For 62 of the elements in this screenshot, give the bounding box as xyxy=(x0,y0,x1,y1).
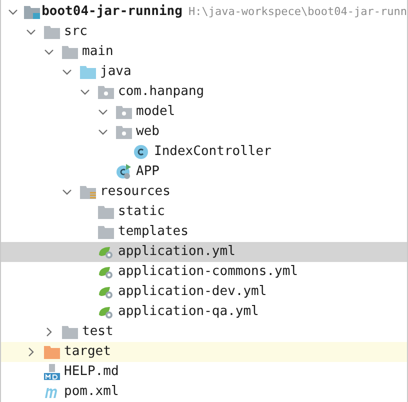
node-label: pom.xml xyxy=(64,383,119,402)
tree-row[interactable]: web xyxy=(1,122,407,142)
runnable-class-icon xyxy=(116,164,132,180)
maven-file-icon xyxy=(44,385,60,399)
node-label: com.hanpang xyxy=(118,83,204,102)
project-path: H:\java-workspece\boot04-jar-runn xyxy=(188,4,407,20)
tree-row[interactable]: resources xyxy=(1,182,407,202)
leaf-gear-icon xyxy=(98,285,114,299)
folder-icon xyxy=(62,45,78,59)
node-label: target xyxy=(64,343,111,362)
node-label: web xyxy=(136,123,160,142)
markdown-file-icon xyxy=(44,364,60,380)
package-folder-icon xyxy=(116,125,132,139)
resources-folder-icon xyxy=(80,185,96,199)
leaf-gear-icon xyxy=(98,305,114,319)
tree-row[interactable]: IndexController xyxy=(1,142,407,162)
tree-row[interactable]: com.hanpang xyxy=(1,82,407,102)
tree-row[interactable]: static xyxy=(1,202,407,222)
tree-row[interactable]: boot04-jar-running H:\java-workspece\boot04-jar-runn xyxy=(1,2,407,22)
node-label: application-commons.yml xyxy=(118,263,298,282)
tree-row[interactable]: model xyxy=(1,102,407,122)
tree-row[interactable]: HELP.md xyxy=(1,362,407,382)
package-folder-icon xyxy=(116,105,132,119)
node-label: application.yml xyxy=(118,243,236,262)
module-folder-icon xyxy=(24,5,40,19)
tree-row[interactable]: java xyxy=(1,62,407,82)
node-label: test xyxy=(82,323,114,342)
tree-row[interactable]: test xyxy=(1,322,407,342)
tree-row[interactable]: target xyxy=(1,342,407,362)
node-label: APP xyxy=(136,163,160,182)
tree-row[interactable]: pom.xml xyxy=(1,382,407,402)
node-label: java xyxy=(100,63,132,82)
tree-row[interactable]: main xyxy=(1,42,407,62)
folder-icon xyxy=(80,65,96,79)
folder-icon xyxy=(98,205,114,219)
node-label: IndexController xyxy=(154,143,272,162)
node-label: resources xyxy=(100,183,170,202)
class-icon xyxy=(134,145,148,159)
tree-row[interactable]: application.yml xyxy=(1,242,407,262)
folder-icon xyxy=(62,325,78,339)
chevron-down-icon[interactable] xyxy=(62,187,72,197)
node-label: templates xyxy=(118,223,188,242)
leaf-gear-icon xyxy=(98,245,114,259)
tree-row[interactable]: application-qa.yml xyxy=(1,302,407,322)
folder-icon xyxy=(44,25,60,39)
tree-row[interactable]: application-dev.yml xyxy=(1,282,407,302)
node-label: model xyxy=(136,103,176,122)
node-label: static xyxy=(118,203,165,222)
folder-icon xyxy=(98,225,114,239)
node-label: application-dev.yml xyxy=(118,283,267,302)
tree-row[interactable]: src xyxy=(1,22,407,42)
tree-row[interactable]: APP xyxy=(1,162,407,182)
tree-row[interactable]: application-commons.yml xyxy=(1,262,407,282)
folder-icon xyxy=(44,345,60,359)
node-label: application-qa.yml xyxy=(118,303,259,322)
node-label: boot04-jar-running xyxy=(42,3,182,22)
node-label: main xyxy=(82,43,114,62)
node-label: HELP.md xyxy=(64,363,119,382)
tree-row[interactable]: templates xyxy=(1,222,407,242)
package-folder-icon xyxy=(98,85,114,99)
leaf-gear-icon xyxy=(98,265,114,279)
node-label: src xyxy=(64,23,88,42)
